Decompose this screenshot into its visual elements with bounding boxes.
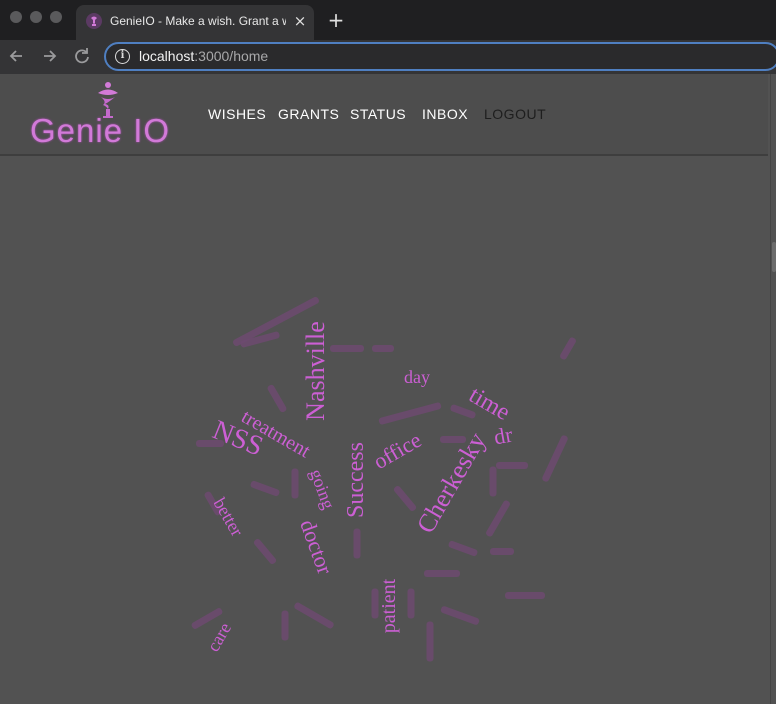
nav-inbox[interactable]: INBOX xyxy=(422,106,468,126)
scrollbar-thumb[interactable] xyxy=(772,242,776,272)
address-bar[interactable]: i localhost:3000/home xyxy=(104,42,776,71)
tab-title: GenieIO - Make a wish. Grant a w xyxy=(110,14,286,28)
reload-icon xyxy=(75,48,89,64)
url-text[interactable]: localhost:3000/home xyxy=(139,48,268,64)
back-button[interactable] xyxy=(6,45,28,67)
app-header: Genie IO WISHES GRANTS STATUS INBOX LOGO… xyxy=(0,74,768,156)
browser-tab-bar: GenieIO - Make a wish. Grant a w × + xyxy=(0,0,776,40)
reload-button[interactable] xyxy=(71,45,93,67)
page-content: Genie IO WISHES GRANTS STATUS INBOX LOGO… xyxy=(0,74,770,704)
app-logo[interactable]: Genie IO xyxy=(30,112,170,150)
browser-tab[interactable]: GenieIO - Make a wish. Grant a w × xyxy=(76,5,314,40)
window-minimize-control[interactable] xyxy=(30,11,42,23)
browser-toolbar: i localhost:3000/home xyxy=(0,40,776,74)
forward-button[interactable] xyxy=(38,45,60,67)
new-tab-button[interactable]: + xyxy=(326,10,346,30)
arrow-left-icon xyxy=(9,50,22,62)
site-info-icon[interactable]: i xyxy=(115,49,130,64)
tab-close-icon[interactable]: × xyxy=(292,12,308,30)
nav-logout[interactable]: LOGOUT xyxy=(484,106,546,126)
page-scrollbar[interactable] xyxy=(770,74,776,704)
window-close-control[interactable] xyxy=(10,11,22,23)
nav-grants[interactable]: GRANTS xyxy=(278,106,339,126)
window-zoom-control[interactable] xyxy=(50,11,62,23)
genie-favicon-icon xyxy=(86,13,102,29)
nav-wishes[interactable]: WISHES xyxy=(208,106,266,126)
arrow-right-icon xyxy=(44,50,57,62)
nav-status[interactable]: STATUS xyxy=(350,106,406,126)
